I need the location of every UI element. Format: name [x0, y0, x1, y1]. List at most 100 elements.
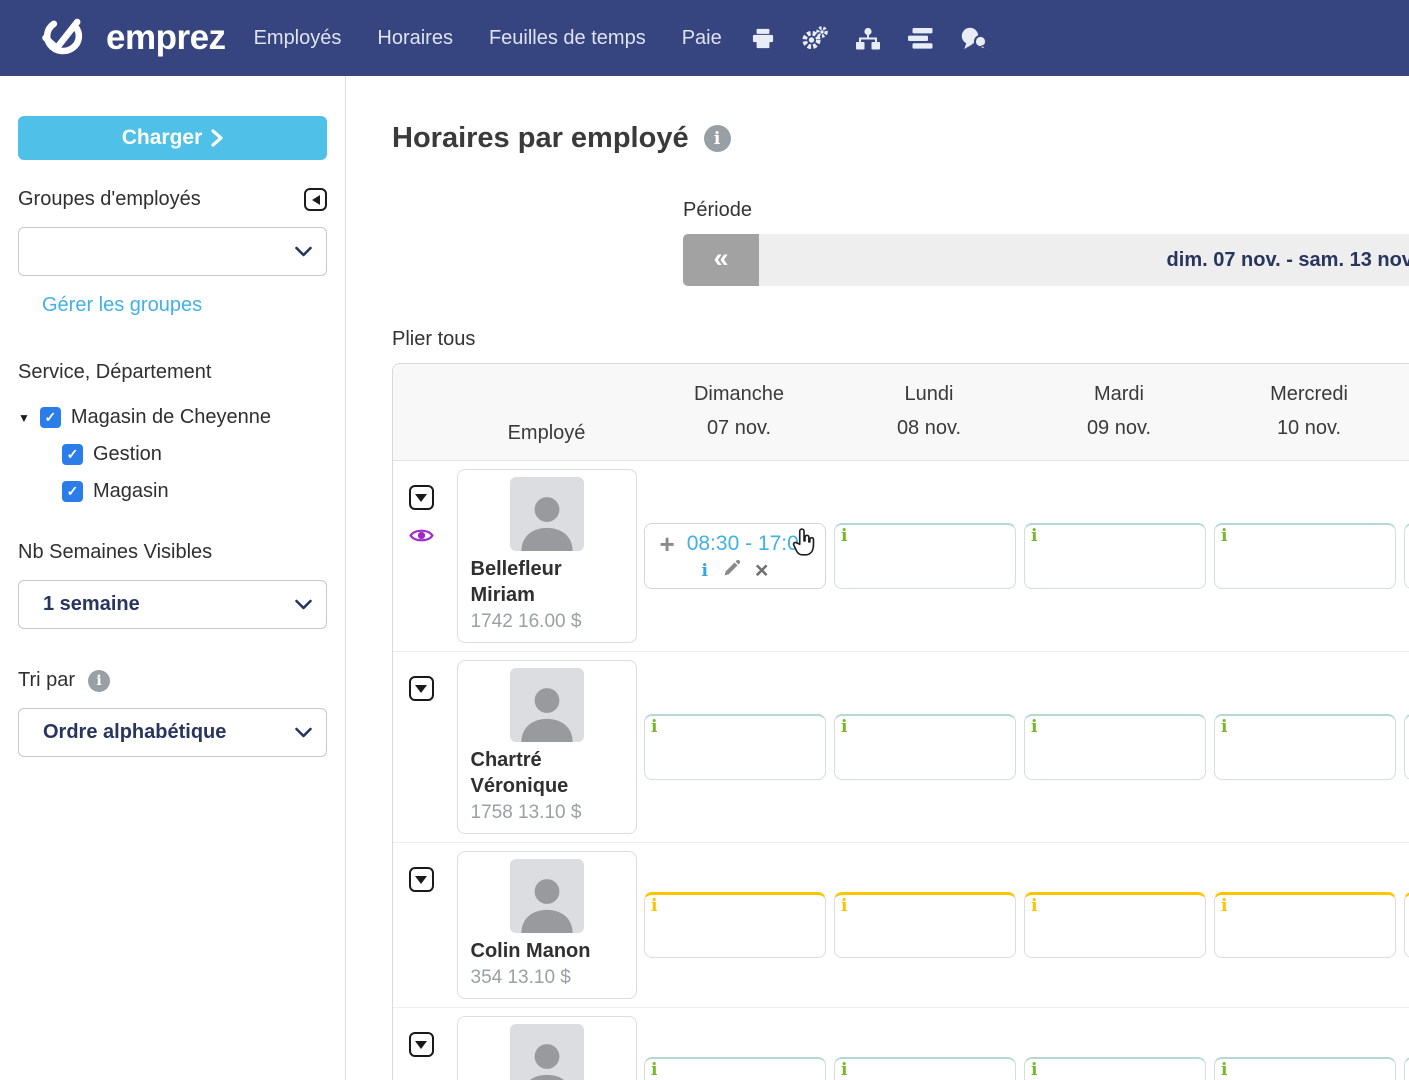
avatar — [509, 859, 584, 933]
info-icon[interactable]: i — [703, 125, 731, 152]
schedule-cell-empty[interactable]: i — [1404, 1057, 1409, 1080]
schedule-cell-empty[interactable]: i — [1404, 714, 1409, 780]
nav-icons — [752, 25, 987, 51]
schedule-cell-empty[interactable]: i — [644, 1057, 826, 1080]
table-body: Bellefleur Miriam 1742 16.00 $ + 08:30 -… — [393, 461, 1409, 1080]
schedule-cell-empty[interactable]: i — [834, 523, 1016, 589]
cell-info-icon: i — [1031, 526, 1038, 546]
brand-logo: emprez — [38, 13, 226, 64]
schedule-cell-empty[interactable]: i — [834, 892, 1016, 958]
comments-icon[interactable] — [960, 27, 987, 50]
visibility-eye-icon[interactable] — [408, 527, 434, 549]
employee-meta: 1742 16.00 $ — [470, 611, 582, 632]
schedule-cell-empty[interactable]: i — [644, 714, 826, 780]
checkbox-magasin[interactable]: ✓ — [62, 481, 83, 502]
chevron-down-icon — [295, 599, 312, 609]
previous-period-button[interactable]: « — [683, 234, 759, 286]
shift-edit-pencil-icon[interactable] — [723, 559, 741, 582]
day-column-header: Mardi 09 nov. — [1024, 377, 1214, 445]
day-name: Lundi — [904, 383, 954, 405]
printer-icon[interactable] — [752, 28, 774, 49]
schedule-cell-empty[interactable]: i — [1214, 1057, 1396, 1080]
checkbox-magasin-de-cheyenne[interactable]: ✓ — [39, 407, 61, 428]
schedule-cell-empty[interactable]: i — [644, 892, 826, 958]
cell-info-icon: i — [841, 896, 848, 916]
tree-item-child: ✓ Magasin — [62, 480, 327, 503]
schedule-cell-empty[interactable]: i — [1024, 892, 1206, 958]
tree-caret-icon[interactable]: ▼ — [18, 411, 30, 425]
collapse-all-toggle[interactable]: Plier tous — [392, 328, 475, 351]
stream-icon[interactable] — [907, 27, 933, 49]
tree-item-child: ✓ Gestion — [62, 443, 327, 466]
table-row: Chartré Véronique 1758 13.10 $ i i i i i — [393, 652, 1409, 843]
cell-info-icon: i — [841, 526, 848, 546]
sort-select[interactable]: Ordre alphabétique — [18, 708, 327, 757]
shift-info-icon[interactable]: i — [702, 561, 708, 581]
row-cells: i i i i i — [644, 1057, 1409, 1080]
cell-info-icon: i — [1221, 896, 1228, 916]
checkbox-gestion[interactable]: ✓ — [62, 444, 83, 465]
weeks-visible-label: Nb Semaines Visibles — [18, 541, 213, 563]
manage-groups-link[interactable]: Gérer les groupes — [42, 294, 202, 317]
schedule-cell-empty[interactable]: i — [1404, 892, 1409, 958]
nav-item-paie[interactable]: Paie — [682, 27, 722, 50]
nav-item-employes[interactable]: Employés — [254, 27, 342, 50]
page-title: Horaires par employé — [392, 122, 689, 154]
schedule-cell-empty[interactable]: i — [1404, 523, 1409, 589]
cell-info-icon: i — [1221, 1060, 1228, 1080]
groups-select[interactable] — [18, 227, 327, 276]
day-date: 07 nov. — [706, 417, 772, 439]
period-label: Période — [683, 199, 752, 221]
day-headers: Dimanche 07 nov. Lundi 08 nov. Mardi 09 … — [644, 377, 1404, 445]
tree-item-label: Magasin de Cheyenne — [70, 406, 272, 428]
cell-info-icon: i — [841, 717, 848, 737]
employee-card: Cook Claude 1736 13.10 $ — [456, 1016, 637, 1080]
weeks-select[interactable]: 1 semaine — [18, 580, 327, 629]
info-icon[interactable]: i — [88, 669, 111, 692]
employee-name: Bellefleur Miriam — [470, 558, 562, 606]
cell-info-icon: i — [1031, 896, 1038, 916]
mouse-hand-cursor — [790, 528, 817, 562]
day-date: 10 nov. — [1276, 417, 1342, 439]
schedule-cell-empty[interactable]: i — [1214, 523, 1396, 589]
employee-card: Colin Manon 354 13.10 $ — [456, 851, 637, 999]
cell-info-icon: i — [651, 896, 658, 916]
main-content: Horaires par employé i Période « dim. 07… — [346, 76, 1409, 1080]
schedule-cell-empty[interactable]: i — [834, 714, 1016, 780]
schedule-cell-empty[interactable]: i — [1214, 892, 1396, 958]
sitemap-icon[interactable] — [855, 27, 881, 50]
nav-links: Employés Horaires Feuilles de temps Paie — [254, 27, 722, 50]
sort-select-value: Ordre alphabétique — [43, 721, 227, 743]
avatar — [509, 477, 584, 551]
department-tree: ▼ ✓ Magasin de Cheyenne ✓ Gestion ✓ Maga… — [18, 406, 327, 503]
day-column-header: Mercredi 10 nov. — [1214, 377, 1404, 445]
period-bar: « dim. 07 nov. - sam. 13 nov. — [683, 234, 1409, 286]
cell-info-icon: i — [651, 1060, 658, 1080]
check-swoosh-logo-icon — [38, 13, 94, 64]
collapse-row-button[interactable] — [408, 1032, 434, 1057]
schedule-cell-empty[interactable]: i — [1024, 1057, 1206, 1080]
schedule-cell-empty[interactable]: i — [1024, 714, 1206, 780]
schedule-cell-empty[interactable]: i — [1214, 714, 1396, 780]
collapse-row-button[interactable] — [408, 676, 434, 701]
collapse-row-button[interactable] — [408, 867, 434, 892]
cell-info-icon: i — [1031, 1060, 1038, 1080]
collapse-panel-icon[interactable] — [304, 188, 327, 211]
schedule-cell-empty[interactable]: i — [834, 1057, 1016, 1080]
schedule-cell-shift[interactable]: + 08:30 - 17:00 i × — [644, 523, 826, 589]
add-shift-icon[interactable]: + — [660, 531, 675, 557]
load-button[interactable]: Charger — [18, 116, 327, 160]
collapse-row-button[interactable] — [408, 485, 434, 510]
nav-item-horaires[interactable]: Horaires — [377, 27, 453, 50]
schedule-cell-empty[interactable]: i — [1024, 523, 1206, 589]
table-row: Bellefleur Miriam 1742 16.00 $ + 08:30 -… — [393, 461, 1409, 652]
nav-item-feuilles-de-temps[interactable]: Feuilles de temps — [489, 27, 646, 50]
shift-delete-icon[interactable]: × — [755, 559, 768, 582]
tree-item-parent: ▼ ✓ Magasin de Cheyenne — [18, 406, 327, 429]
gears-icon[interactable] — [801, 25, 828, 51]
day-date: 08 nov. — [896, 417, 962, 439]
table-header: Employé Dimanche 07 nov. Lundi 08 nov. M… — [393, 364, 1409, 461]
tree-item-label: Magasin — [93, 480, 169, 502]
row-cells: + 08:30 - 17:00 i × i i i i — [644, 523, 1409, 589]
table-row: Colin Manon 354 13.10 $ i i i i i — [393, 843, 1409, 1008]
